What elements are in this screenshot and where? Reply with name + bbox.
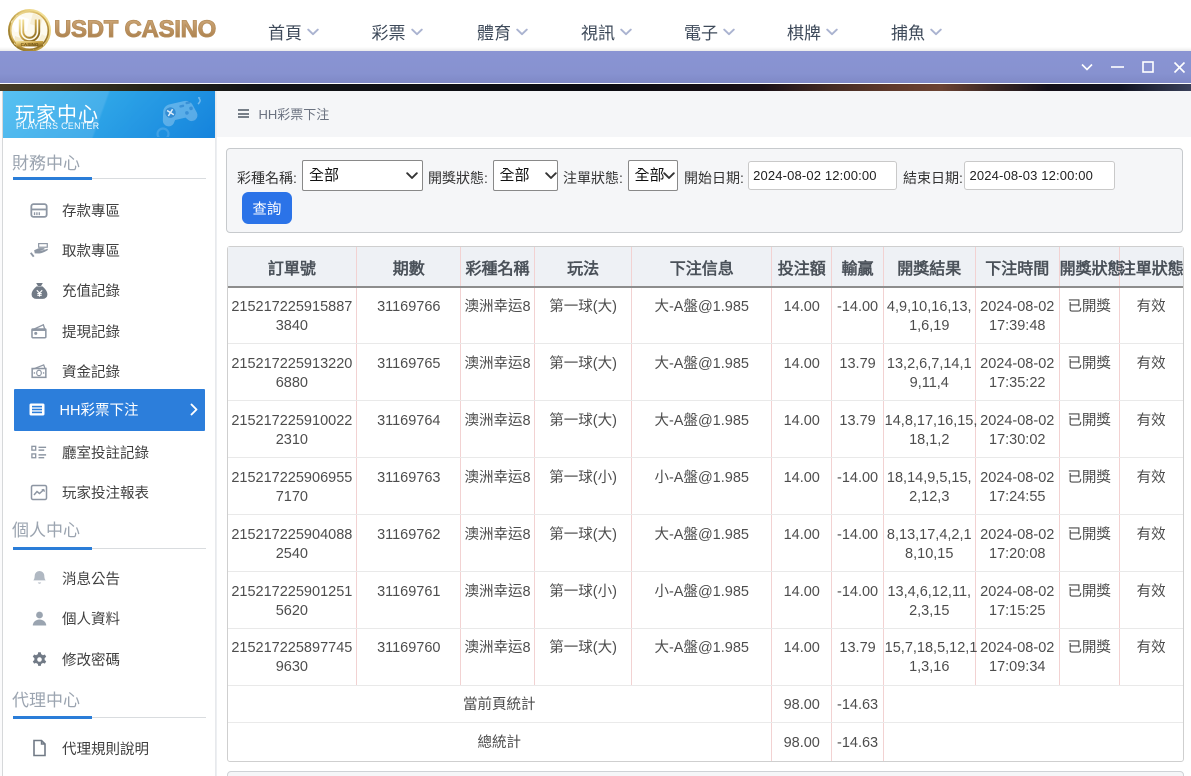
svg-text:CASINO: CASINO: [21, 42, 39, 47]
